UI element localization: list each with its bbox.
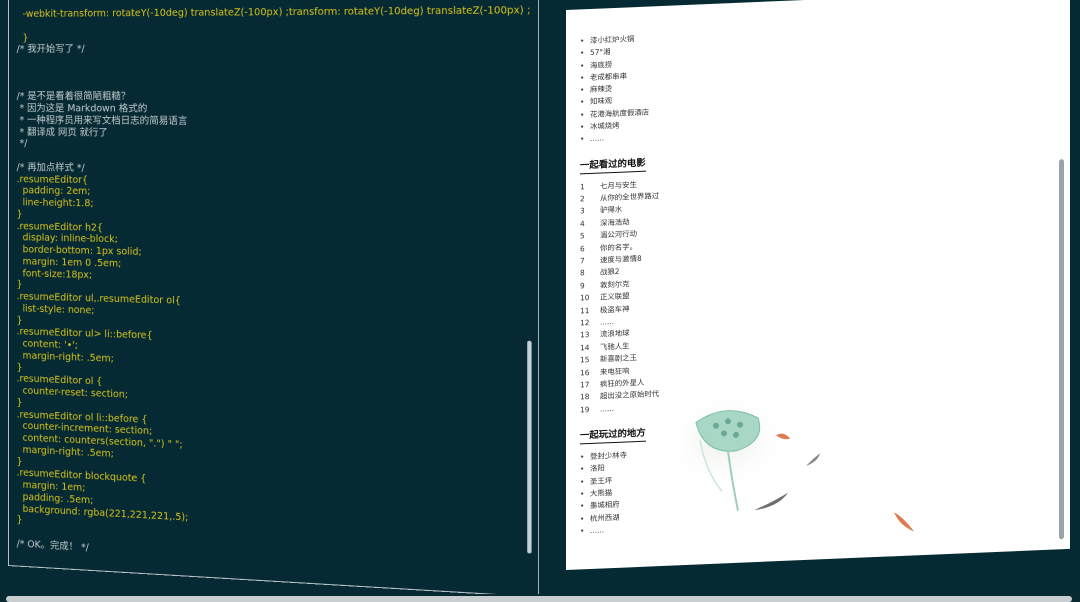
list-item-label: 正义联盟: [600, 291, 630, 302]
code-line: /* 再加点样式 */: [16, 161, 85, 174]
list-number: 19: [580, 404, 590, 415]
code-line: }: [16, 32, 29, 44]
food-list: 漆小红炉火锅 57°湘海底捞老成都串串麻辣烫知味观花港海航度假酒店冰城烧烤....…: [580, 23, 880, 146]
list-number: 8: [580, 268, 585, 278]
list-item-label: 从你的全世界路过: [600, 191, 660, 203]
code-line: /* 是不是看着很简陋粗糙？: [16, 91, 131, 103]
list-item-label: 大熊猫: [590, 488, 613, 498]
list-number: 17: [580, 379, 590, 390]
list-item-label: 七月与安生: [600, 179, 637, 191]
list-number: 18: [580, 392, 590, 402]
code-line: .resumeEditor{: [16, 173, 88, 186]
code-line: }: [16, 314, 23, 326]
code-line: }: [16, 514, 23, 527]
list-item-label: 极盗车神: [600, 303, 630, 315]
code-line: background: rgba(221,221,221,.5);: [16, 502, 189, 524]
list-item-label: ......: [590, 525, 605, 535]
code-line: counter-reset: section;: [16, 385, 129, 401]
list-item-label: 疯狂的外星人: [600, 377, 645, 389]
list-item-label: 新喜剧之王: [600, 353, 637, 364]
code-line: * 一种程序员用来写文档日志的简易语言: [16, 114, 188, 127]
code-line: }: [16, 397, 23, 409]
list-number: 4: [580, 219, 585, 229]
list-item-label: 驴得水: [600, 205, 623, 216]
lotus-koi-illustration: [666, 386, 914, 532]
list-number: 1: [580, 181, 585, 192]
list-item-label: ......: [590, 133, 605, 144]
list-number: 9: [580, 281, 585, 291]
list-item-label: 速度与激情8: [600, 253, 642, 265]
code-line: * 翻译成 网页 就行了: [16, 126, 108, 139]
list-item-label: ......: [600, 316, 615, 327]
list-item-label: 老成都串串: [590, 71, 627, 82]
list-item-label: 超出没之原始时代: [600, 389, 660, 401]
list-number: 16: [580, 367, 590, 377]
list-item-label: 湄公河行动: [600, 229, 637, 240]
list-item-label: 飞驰人生: [600, 341, 630, 352]
code-editor-panel[interactable]: -webkit-transform: rotateY(-10deg) trans…: [8, 0, 540, 598]
list-item-label: 敦刻尔克: [600, 279, 630, 290]
list-item-label: 圣王坪: [590, 475, 613, 486]
code-scrollbar[interactable]: [527, 340, 532, 554]
list-number: 2: [580, 194, 585, 204]
horizontal-scrollbar-thumb[interactable]: [6, 596, 1072, 602]
list-item-label: 流浪地球: [600, 328, 630, 339]
list-item-label: 登封少林寺: [590, 450, 627, 462]
code-line: list-style: none;: [16, 302, 95, 317]
list-item-label: 麻辣烫: [590, 84, 613, 95]
code-line: * 因为这是 Markdown 格式的: [16, 103, 148, 115]
list-item-label: 漆小红炉火锅: [590, 34, 635, 45]
list-number: 5: [580, 231, 585, 241]
list-item-label: 花港海航度假酒店: [590, 107, 650, 119]
code-line: font-size:18px;: [16, 267, 93, 281]
movies-heading: 一起看过的电影: [580, 154, 646, 175]
list-number: 3: [580, 206, 585, 216]
code-line: /* OK。完成！ */: [16, 538, 89, 554]
css-code: -webkit-transform: rotateY(-10deg) trans…: [9, 0, 538, 588]
list-number: 12: [580, 317, 590, 328]
code-line: }: [16, 279, 23, 291]
resume-scrollbar[interactable]: [1059, 159, 1064, 540]
code-line: .resumeEditor h2{: [16, 220, 103, 234]
list-item-label: 57°湘: [590, 47, 611, 58]
list-number: 10: [580, 293, 590, 303]
code-line: /* 我开始写了 */: [16, 43, 85, 56]
list-number: 15: [580, 355, 590, 365]
list-item-label: 知味观: [590, 96, 613, 107]
list-item-label: 杭州西湖: [590, 512, 620, 523]
code-line: */: [16, 138, 28, 150]
list-item-label: 来电狂响: [600, 365, 630, 377]
list-item-label: 洛阳: [590, 463, 605, 474]
list-number: 11: [580, 305, 590, 315]
list-item-label: 深海浩劫: [600, 217, 630, 228]
code-line: }: [16, 208, 23, 221]
list-item-label: 你的名字。: [600, 241, 637, 253]
code-line: -webkit-transform: rotateY(-10deg) trans…: [16, 4, 531, 20]
code-line: line-height:1.8;: [16, 197, 94, 210]
list-item-label: ......: [600, 403, 615, 414]
list-item-label: 冰城烧烤: [590, 120, 620, 132]
code-line: }: [16, 361, 23, 374]
list-number: 7: [580, 256, 585, 266]
code-line: }: [16, 455, 23, 468]
places-heading: 一起玩过的地方: [580, 424, 646, 445]
list-item-label: 墨城相府: [590, 500, 620, 511]
resume-viewport: 漆小红炉火锅 57°湘海底捞老成都串串麻辣烫知味观花港海航度假酒店冰城烧烤....…: [540, 0, 1080, 600]
code-line: padding: 2em;: [16, 185, 91, 198]
stage: -webkit-transform: rotateY(-10deg) trans…: [0, 0, 1080, 602]
code-editor-viewport: -webkit-transform: rotateY(-10deg) trans…: [0, 0, 540, 600]
list-number: 6: [580, 243, 585, 254]
code-line: margin-right: .5em;: [16, 350, 114, 365]
list-item-label: 海底捞: [590, 59, 613, 70]
resume-panel[interactable]: 漆小红炉火锅 57°湘海底捞老成都串串麻辣烫知味观花港海航度假酒店冰城烧烤....…: [566, 0, 1070, 570]
list-number: 14: [580, 342, 590, 353]
list-number: 13: [580, 330, 590, 340]
list-item-label: 战狼2: [600, 267, 620, 277]
